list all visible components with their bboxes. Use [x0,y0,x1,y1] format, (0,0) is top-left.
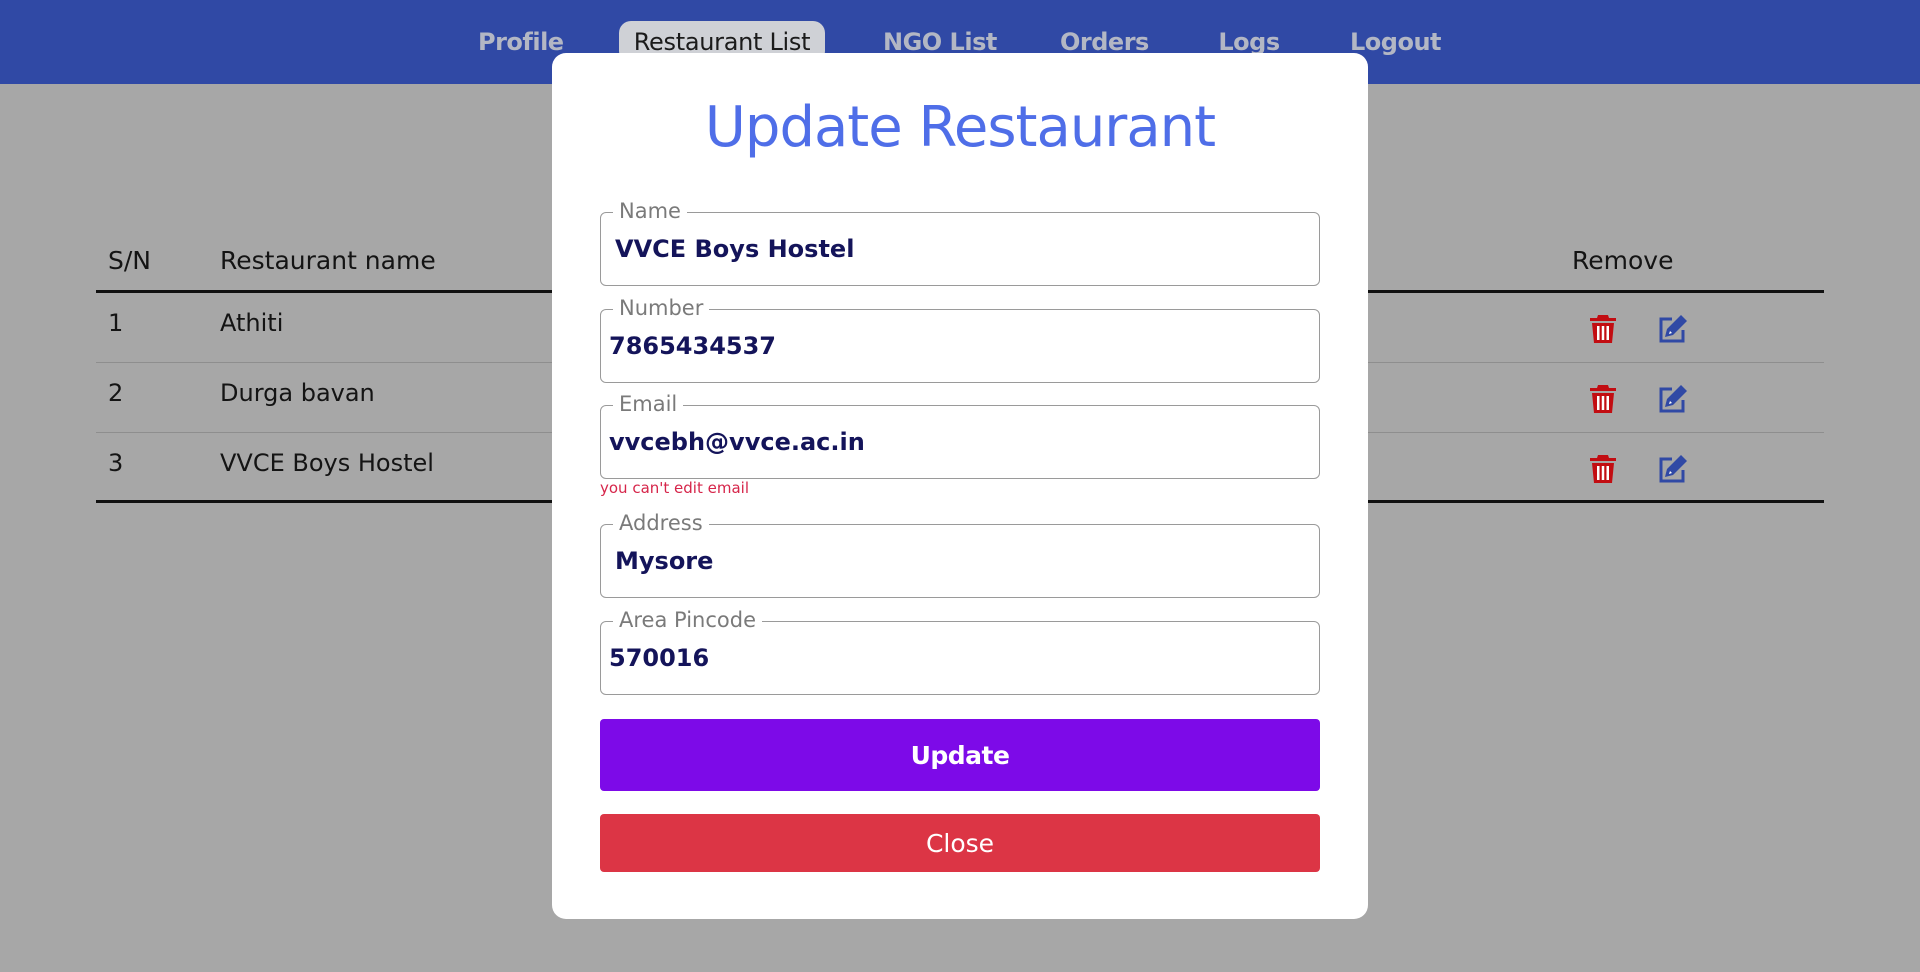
email-input[interactable] [609,406,1309,478]
trash-icon[interactable] [1589,314,1617,344]
edit-icon[interactable] [1658,454,1688,484]
row-sn: 2 [108,379,124,407]
name-input[interactable] [615,213,1315,285]
edit-icon[interactable] [1658,384,1688,414]
nav-profile[interactable]: Profile [478,21,564,63]
row-restaurant-name: Athiti [220,309,284,337]
address-input[interactable] [615,525,1315,597]
column-header-remove: Remove [1572,246,1674,275]
column-header-sn: S/N [108,246,151,275]
trash-icon[interactable] [1589,384,1617,414]
pincode-field: Area Pincode [600,607,1320,695]
email-field: Email [600,391,1320,479]
trash-icon[interactable] [1589,454,1617,484]
pincode-input[interactable] [609,622,1309,694]
row-restaurant-name: VVCE Boys Hostel [220,449,434,477]
modal-title: Update Restaurant [704,95,1216,160]
row-sn: 3 [108,449,124,477]
update-restaurant-modal: Update Restaurant Name Number Email you … [552,53,1368,919]
number-field: Number [600,295,1320,383]
close-button[interactable]: Close [600,814,1320,872]
address-field: Address [600,510,1320,598]
name-field: Name [600,198,1320,286]
edit-icon[interactable] [1658,314,1688,344]
update-button[interactable]: Update [600,719,1320,791]
number-input[interactable] [609,310,1309,382]
row-restaurant-name: Durga bavan [220,379,375,407]
column-header-restaurant-name: Restaurant name [220,246,436,275]
email-hint: you can't edit email [600,479,749,497]
row-sn: 1 [108,309,124,337]
